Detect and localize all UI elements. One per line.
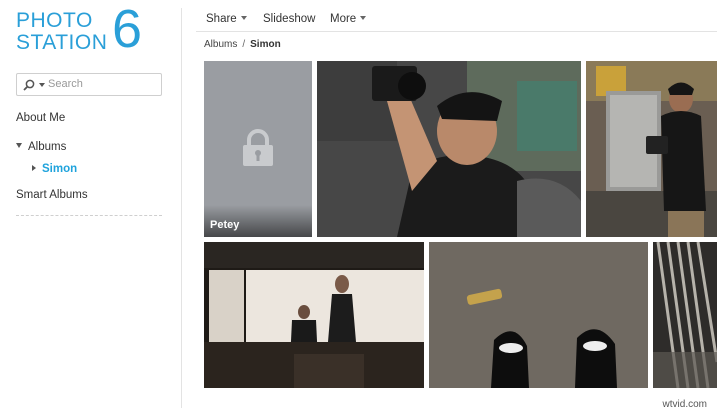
breadcrumb-albums[interactable]: Albums: [204, 39, 237, 50]
toolbar: Share Slideshow More: [196, 8, 717, 32]
photo-thumbnail[interactable]: [586, 61, 717, 237]
photo-thumbnail[interactable]: [317, 61, 581, 237]
sidebar-item-smart-albums[interactable]: Smart Albums: [16, 189, 88, 201]
chevron-down-icon[interactable]: [39, 83, 45, 87]
chevron-down-icon: [240, 15, 247, 20]
photo-thumbnail[interactable]: [204, 242, 424, 388]
share-label: Share: [206, 13, 237, 25]
breadcrumb: Albums / Simon: [204, 39, 281, 50]
photo-station-logo[interactable]: PHOTO STATION 6: [16, 2, 156, 56]
logo-number: 6: [112, 0, 143, 59]
photo-thumbnail[interactable]: [429, 242, 648, 388]
slideshow-button[interactable]: Slideshow: [263, 13, 315, 25]
sidebar-item-simon[interactable]: Simon: [32, 163, 77, 175]
expand-arrow-icon[interactable]: [16, 143, 22, 149]
search-icon[interactable]: [23, 78, 35, 96]
watermark-text: wtvid.com: [662, 399, 707, 410]
share-button[interactable]: Share: [206, 13, 247, 25]
sidebar: PHOTO STATION 6 About Me Albums Simon Sm…: [0, 0, 182, 414]
panel-divider: [181, 8, 182, 408]
chevron-down-icon: [360, 15, 367, 20]
sidebar-item-albums[interactable]: Albums: [16, 141, 66, 153]
sidebar-item-about-me[interactable]: About Me: [16, 112, 65, 124]
sidebar-divider: [16, 215, 162, 216]
breadcrumb-separator: /: [242, 39, 246, 50]
search-input[interactable]: [48, 76, 156, 92]
album-title: Petey: [210, 219, 240, 231]
more-label: More: [330, 13, 357, 25]
photo-thumbnail[interactable]: [653, 242, 717, 388]
more-button[interactable]: More: [330, 13, 367, 25]
toolbar-divider: [196, 31, 717, 32]
breadcrumb-current: Simon: [250, 39, 281, 50]
collapse-arrow-icon[interactable]: [32, 164, 36, 171]
logo-line-1: PHOTO: [16, 9, 93, 32]
logo-line-2: STATION: [16, 31, 108, 54]
lock-icon: [241, 129, 275, 167]
sidebar-item-label: Simon: [42, 163, 78, 175]
album-tile-locked[interactable]: Petey: [204, 61, 312, 237]
search-box[interactable]: [16, 73, 162, 96]
sidebar-item-label: Albums: [28, 141, 67, 153]
